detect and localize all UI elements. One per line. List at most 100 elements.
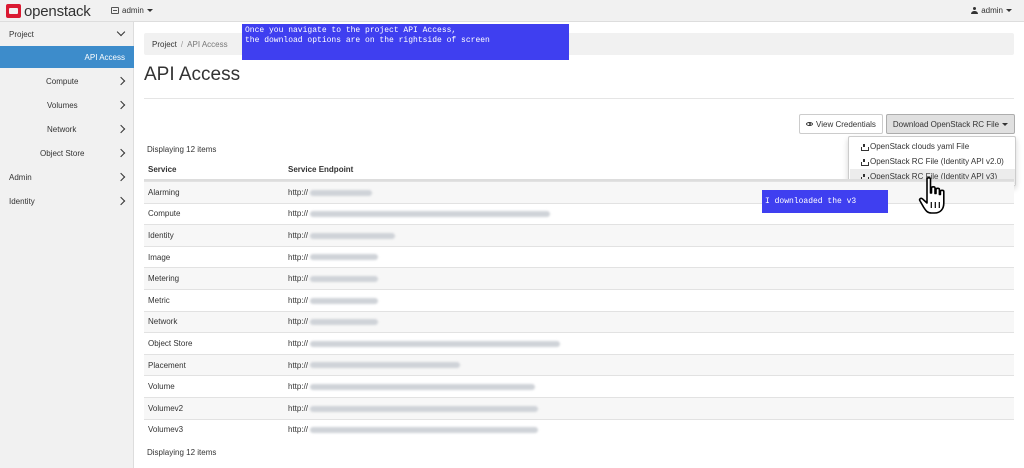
sidebar-item-object-store[interactable]: Object Store: [0, 142, 134, 164]
service-endpoint: http://: [288, 188, 373, 197]
download-rc-file-label: Download OpenStack RC File: [892, 119, 1000, 129]
caret-down-icon: [1002, 122, 1009, 126]
item-count-top: Displaying 12 items: [147, 145, 217, 154]
service-name: Metric: [148, 295, 170, 305]
view-credentials-label: View Credentials: [816, 119, 876, 129]
service-name: Volumev3: [148, 425, 184, 435]
eye-icon: [806, 122, 814, 126]
caret-down-icon: [146, 9, 153, 12]
redacted-url: [310, 276, 379, 283]
redacted-url: [310, 232, 396, 239]
table-header: Service Service Endpoint: [144, 159, 1014, 181]
logo-text: openstack: [24, 2, 91, 20]
breadcrumb-project[interactable]: Project: [152, 40, 177, 49]
redacted-url: [310, 362, 461, 369]
service-endpoint: http://: [288, 296, 379, 305]
breadcrumb-current: API Access: [187, 39, 228, 49]
sidebar-item-label: API Access: [84, 52, 125, 62]
redacted-url: [310, 319, 379, 326]
download-rc-file-button[interactable]: Download OpenStack RC File: [886, 114, 1015, 134]
chevron-right-icon: [116, 196, 126, 206]
redacted-url: [310, 405, 539, 412]
service-name: Placement: [148, 360, 186, 370]
service-name: Network: [148, 317, 178, 327]
chevron-right-icon: [116, 124, 126, 134]
service-endpoint: http://: [288, 317, 379, 326]
chevron-right-icon: [116, 100, 126, 110]
sidebar-item-compute[interactable]: Compute: [0, 70, 134, 92]
divider: [144, 98, 1014, 99]
project-switcher[interactable]: admin: [111, 6, 153, 15]
service-endpoint: http://: [288, 274, 379, 283]
sidebar-item-label: Compute: [46, 76, 79, 86]
user-menu[interactable]: admin: [971, 6, 1012, 15]
column-header-service: Service: [148, 164, 177, 174]
sidebar-item-label: Admin: [9, 172, 32, 182]
user-name: admin: [981, 6, 1003, 15]
sidebar-item-api-access[interactable]: API Access: [0, 46, 134, 68]
page-title: API Access: [144, 64, 241, 85]
sidebar-item-volumes[interactable]: Volumes: [0, 94, 134, 116]
service-name: Metering: [148, 274, 180, 284]
service-name: Image: [148, 252, 171, 262]
annotation-note-downloaded: I downloaded the v3: [762, 190, 888, 213]
service-name: Object Store: [148, 338, 193, 348]
sidebar-item-identity[interactable]: Identity: [0, 190, 134, 212]
service-name: Compute: [148, 209, 181, 219]
sidebar-item-admin[interactable]: Admin: [0, 166, 134, 188]
sidebar-item-network[interactable]: Network: [0, 118, 134, 140]
redacted-url: [310, 254, 379, 261]
service-endpoint: http://: [288, 404, 539, 413]
column-header-endpoint: Service Endpoint: [288, 164, 354, 174]
menu-item-label: OpenStack clouds yaml File: [870, 142, 970, 151]
sidebar-item-label: Network: [47, 124, 77, 134]
table-row: Metric http://: [144, 288, 1014, 311]
table-row: Network http://: [144, 310, 1014, 333]
service-endpoint: http://: [288, 361, 461, 370]
sidebar: Project API Access Compute Volumes Netwo…: [0, 22, 134, 468]
table-row: Image http://: [144, 245, 1014, 268]
sidebar-item-label: Volumes: [47, 100, 78, 110]
view-credentials-button[interactable]: View Credentials: [799, 114, 883, 134]
sidebar-item-label: Identity: [9, 196, 35, 206]
redacted-url: [310, 340, 561, 347]
top-navbar: openstack admin admin: [0, 0, 1024, 22]
table-row: Object Store http://: [144, 332, 1014, 354]
service-name: Volumev2: [148, 403, 184, 413]
download-icon: [861, 143, 869, 151]
redacted-url: [310, 189, 373, 196]
sidebar-item-label: Project: [9, 29, 34, 39]
sidebar-item-label: Object Store: [40, 148, 85, 158]
table-row: Volume http://: [144, 375, 1014, 397]
service-endpoint: http://: [288, 382, 536, 391]
redacted-url: [310, 427, 539, 434]
table-row: Volumev3 http://: [144, 418, 1014, 441]
hand-pointer-cursor-icon: [918, 177, 945, 214]
item-count-bottom: Displaying 12 items: [147, 448, 217, 457]
table-row: Metering http://: [144, 267, 1014, 289]
service-endpoint: http://: [288, 425, 539, 434]
service-endpoint: http://: [288, 231, 396, 240]
chevron-right-icon: [116, 148, 126, 158]
service-endpoint: http://: [288, 253, 379, 262]
breadcrumb-separator: /: [180, 39, 184, 49]
redacted-url: [310, 297, 379, 304]
redacted-url: [310, 211, 551, 218]
service-name: Identity: [148, 230, 174, 240]
service-endpoint: http://: [288, 209, 551, 218]
openstack-logo[interactable]: openstack: [6, 2, 91, 20]
table-row: Volumev2 http://: [144, 396, 1014, 419]
table-row: Placement http://: [144, 353, 1014, 376]
project-name: admin: [122, 6, 144, 15]
chevron-right-icon: [116, 172, 126, 182]
openstack-logo-icon: [6, 4, 21, 18]
service-name: Alarming: [148, 187, 180, 197]
caret-down-icon: [1006, 9, 1012, 12]
user-icon: [971, 7, 979, 14]
annotation-note-navigation: Once you navigate to the project API Acc…: [242, 24, 569, 60]
redacted-url: [310, 384, 536, 391]
sidebar-item-project[interactable]: Project: [0, 23, 134, 45]
menu-item-clouds-yaml[interactable]: OpenStack clouds yaml File: [850, 139, 1015, 154]
chevron-down-icon: [116, 27, 126, 37]
service-endpoint: http://: [288, 339, 561, 348]
